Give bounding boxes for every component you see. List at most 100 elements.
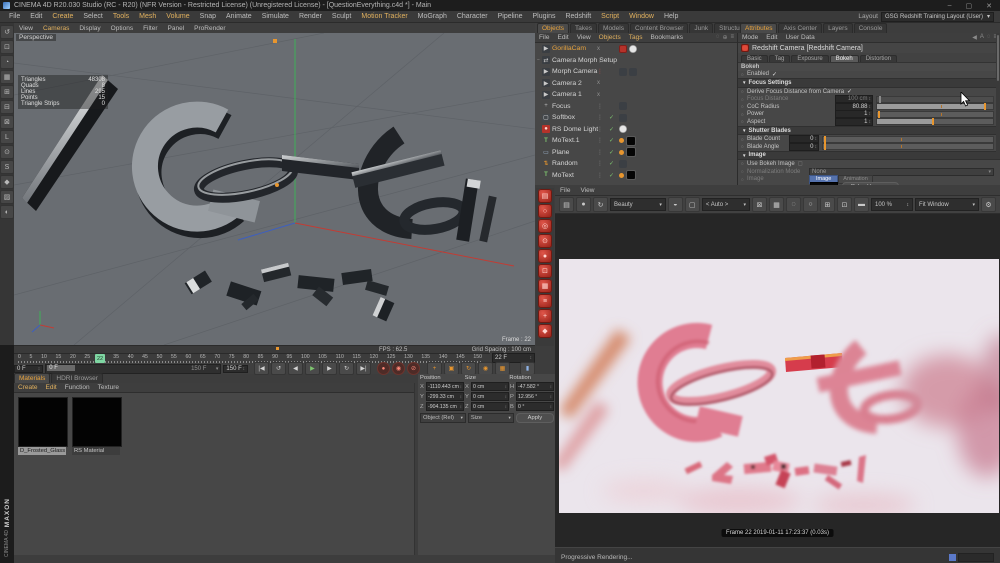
visibility-dots[interactable]: x [597,46,601,52]
use-bokeh-checkbox[interactable]: ◻ [798,160,803,167]
record-button[interactable]: ◉ [392,362,405,375]
menu-item[interactable]: Function [61,384,94,391]
redshift-tool-icon[interactable]: ⊙ [538,234,552,248]
tool-icon[interactable]: L [0,130,14,144]
menu-item[interactable]: Mode [738,34,762,41]
gear-icon[interactable]: ⚙ [981,197,996,212]
menu-item[interactable]: Display [74,25,105,32]
object-name[interactable]: Camera Morph Setup [552,57,617,64]
blade-count-slider[interactable] [822,136,994,143]
renderview-icon[interactable]: ⊠ [752,197,767,212]
attributes-scrollbar[interactable] [996,33,1000,157]
menu-item[interactable]: Plugins [528,13,561,20]
menu-item[interactable]: View [575,187,599,194]
material-item[interactable]: D_Frosted_Glass [18,397,66,455]
tool-icon[interactable]: ⊞ [0,85,14,99]
visibility-dots[interactable]: ⋮ [597,137,604,144]
object-tree-row[interactable]: ▶ Morph Camera ⋮ [535,66,737,78]
menu-item[interactable]: File [4,13,25,20]
panel-tab[interactable]: Axis Center [778,23,822,33]
menu-item[interactable]: Cameras [38,25,74,32]
size-field[interactable]: 0 cm↕ [471,402,509,411]
visibility-dots[interactable]: ⋮ [597,68,604,75]
renderview-icon[interactable]: ⊡ [837,197,852,212]
playback-button[interactable]: ▶ [322,362,337,375]
panel-tab[interactable]: Layers [823,23,853,33]
object-tag-icon[interactable] [626,147,636,157]
focus-settings-header[interactable]: ▼ Focus Settings [738,78,1000,88]
panel-tab[interactable]: Junk [689,23,713,33]
filter-icon[interactable]: ⊕ [722,34,727,41]
object-tag-icon[interactable] [619,138,624,143]
rotation-field[interactable]: 0 °↕ [516,402,554,411]
apply-button[interactable]: Apply [516,413,554,423]
tool-icon[interactable]: ▦ [0,70,14,84]
menu-item[interactable]: File [555,187,575,194]
attribute-tab[interactable]: Exposure [791,55,828,62]
list-icon[interactable]: ≡ [730,34,734,41]
rotation-field[interactable]: -47.582 °↕ [516,382,554,391]
position-field[interactable]: -299.33 cm↕ [426,392,464,401]
attribute-tab[interactable]: Distortion [860,55,897,62]
renderview-icon[interactable]: ▬ [854,197,869,212]
range-start-field[interactable]: 0 F↕ [14,365,43,373]
visibility-dots[interactable]: ⋮ [597,57,604,64]
renderview-icon[interactable]: ⊞ [820,197,835,212]
redshift-tool-icon[interactable]: ▤ [538,189,552,203]
playback-button[interactable]: ◀ [288,362,303,375]
menu-item[interactable]: Bookmarks [646,34,687,41]
menu-item[interactable]: View [573,34,595,41]
blade-angle-field[interactable]: 0↕ [789,143,819,151]
tool-icon[interactable]: ◆ [0,175,14,189]
aspect-field[interactable]: 1↕ [835,118,873,126]
object-tag-icon[interactable] [629,68,637,76]
object-name[interactable]: Morph Camera [552,68,597,75]
timeline-range-slider[interactable]: 0 F 150 F ▾ [45,364,221,374]
object-tag-icon[interactable] [629,45,637,53]
object-name[interactable]: Softbox [552,114,575,121]
object-name[interactable]: MoText [552,172,574,179]
object-tag-icon[interactable] [619,114,627,122]
rotation-field[interactable]: 12.956 °↕ [516,392,554,401]
redshift-tool-icon[interactable]: ◆ [538,324,552,338]
object-tag-icon[interactable] [619,68,627,76]
object-tag-icon[interactable] [619,45,627,53]
material-thumbnail[interactable] [72,397,122,447]
power-slider[interactable] [876,111,994,118]
menu-item[interactable]: Redshift [560,13,596,20]
menu-item[interactable]: Help [659,13,683,20]
visibility-dots[interactable]: x [597,92,601,98]
menu-item[interactable]: Mesh [134,13,161,20]
close-button[interactable]: ✕ [986,2,992,10]
panel-tab[interactable]: HDRI Browser [51,373,103,383]
object-tree-row[interactable]: ▭ Plane ⋮ ✓ [535,147,737,159]
enabled-check-icon[interactable]: ✓ [609,114,614,121]
blade-angle-slider[interactable] [822,143,994,150]
object-tree-row[interactable]: ● RS Dome Light ⋮ ✓ [535,124,737,136]
renderview-icon[interactable]: ▤ [559,197,574,212]
object-name[interactable]: RS Dome Light [552,126,598,133]
redshift-tool-icon[interactable]: ≡ [538,294,552,308]
attribute-tab[interactable]: Bokeh [830,55,859,62]
object-tree-row[interactable]: ▶ GorillaCam x [535,43,737,55]
menu-item[interactable]: Edit [25,13,47,20]
object-name[interactable]: GorillaCam [552,45,586,52]
redshift-tool-icon[interactable]: ● [538,249,552,263]
lock-icon[interactable]: A [980,34,984,41]
object-tag-icon[interactable] [619,173,624,178]
coord-mode-select[interactable]: Object (Rel)▾ [420,413,466,423]
tool-icon[interactable]: ⊡ [0,40,14,54]
object-tree-row[interactable]: ▶ Camera 1 x [535,89,737,101]
search-icon[interactable]: ◌ [716,34,720,41]
expander-icon[interactable]: − [535,57,542,63]
renderview-icon[interactable]: ◒ [668,197,683,212]
coord-size-select[interactable]: Size▾ [468,413,514,423]
panel-tab[interactable]: Materials [14,373,50,383]
enabled-check-icon[interactable]: ✓ [609,172,614,179]
object-tree-row[interactable]: ▶ Camera 2 x [535,78,737,90]
renderview-icon[interactable]: ▦ [769,197,784,212]
playback-button[interactable]: ▶ [305,362,320,375]
tool-icon[interactable]: S [0,160,14,174]
range-slider-handle[interactable]: 0 F [47,365,75,371]
minimize-button[interactable]: – [948,2,952,10]
